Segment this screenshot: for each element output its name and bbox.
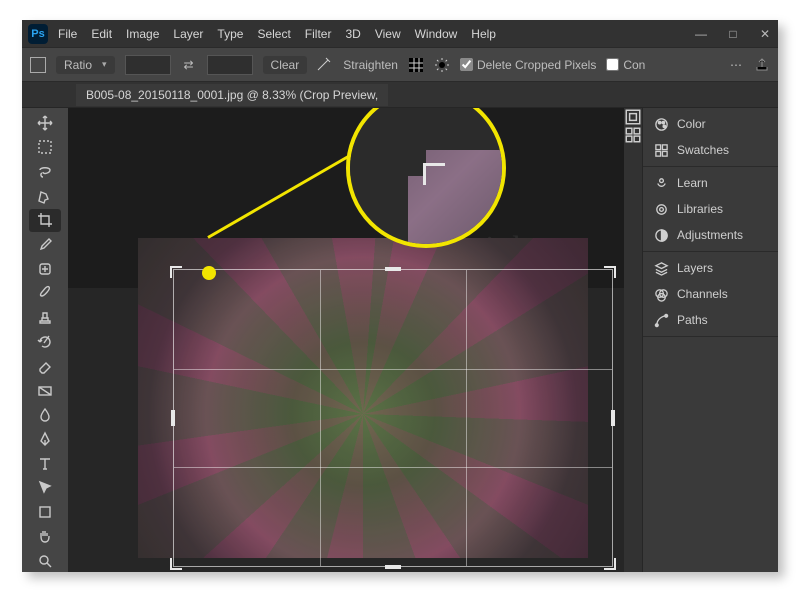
pen-tool[interactable] <box>29 428 61 450</box>
menu-layer[interactable]: Layer <box>173 27 203 41</box>
menu-edit[interactable]: Edit <box>91 27 112 41</box>
share-icon[interactable] <box>754 57 770 73</box>
shape-tool[interactable] <box>29 501 61 523</box>
adjustments-icon <box>653 227 669 243</box>
options-overflow-icon[interactable]: ⋯ <box>728 57 744 73</box>
crop-handle-top-left[interactable] <box>170 266 182 278</box>
options-bar: Ratio ⇄ Clear Straighten Delete Cropped … <box>22 48 778 82</box>
content-aware-checkbox[interactable]: Con <box>606 58 645 72</box>
stamp-tool[interactable] <box>29 307 61 329</box>
move-tool[interactable] <box>29 112 61 134</box>
crop-grid-line <box>466 270 467 566</box>
menu-window[interactable]: Window <box>415 27 458 41</box>
crop-settings-icon[interactable] <box>434 57 450 73</box>
clear-button[interactable]: Clear <box>263 56 308 74</box>
panel-paths[interactable]: Paths <box>653 312 768 328</box>
gradient-tool[interactable] <box>29 379 61 401</box>
layers-icon <box>653 260 669 276</box>
learn-icon <box>653 175 669 191</box>
crop-handle-top[interactable] <box>385 267 401 271</box>
panel-color[interactable]: Color <box>653 116 768 132</box>
brush-tool[interactable] <box>29 282 61 304</box>
swatches-icon <box>653 142 669 158</box>
crop-handle-left[interactable] <box>171 410 175 426</box>
panel-libraries[interactable]: Libraries <box>653 201 768 217</box>
crop-width-input[interactable] <box>125 55 171 75</box>
crop-height-input[interactable] <box>207 55 253 75</box>
app-logo: Ps <box>28 24 48 44</box>
paths-icon <box>653 312 669 328</box>
eraser-tool[interactable] <box>29 355 61 377</box>
panel-adjustments[interactable]: Adjustments <box>653 227 768 243</box>
history-brush-tool[interactable] <box>29 331 61 353</box>
crop-grid-line <box>320 270 321 566</box>
window-maximize-icon[interactable]: □ <box>726 27 740 41</box>
menu-view[interactable]: View <box>375 27 401 41</box>
lasso-tool[interactable] <box>29 161 61 183</box>
menu-bar: Ps File Edit Image Layer Type Select Fil… <box>22 20 778 48</box>
crop-handle-bottom-left[interactable] <box>170 558 182 570</box>
crop-grid-line <box>174 369 612 370</box>
delete-cropped-checkbox[interactable]: Delete Cropped Pixels <box>460 58 596 72</box>
crop-tool[interactable] <box>29 209 61 231</box>
crop-handle-bottom[interactable] <box>385 565 401 569</box>
menu-image[interactable]: Image <box>126 27 159 41</box>
zoom-tool[interactable] <box>29 550 61 572</box>
properties-panel-icon[interactable] <box>624 126 642 144</box>
tool-indicator-crop-icon <box>30 57 46 73</box>
marquee-tool[interactable] <box>29 136 61 158</box>
quick-select-tool[interactable] <box>29 185 61 207</box>
menu-items: File Edit Image Layer Type Select Filter… <box>58 27 496 41</box>
crop-handle-top-right[interactable] <box>604 266 616 278</box>
tools-panel <box>22 108 68 572</box>
channels-icon <box>653 286 669 302</box>
document-tab-bar: B005-08_20150118_0001.jpg @ 8.33% (Crop … <box>22 82 778 108</box>
callout-anchor-dot <box>202 266 216 280</box>
straighten-icon[interactable] <box>317 57 333 73</box>
menu-3d[interactable]: 3D <box>345 27 360 41</box>
type-tool[interactable] <box>29 452 61 474</box>
window-close-icon[interactable]: ✕ <box>758 27 772 41</box>
magnifier-callout <box>346 108 506 248</box>
panel-channels[interactable]: Channels <box>653 286 768 302</box>
libraries-icon <box>653 201 669 217</box>
menu-select[interactable]: Select <box>257 27 290 41</box>
document-tab[interactable]: B005-08_20150118_0001.jpg @ 8.33% (Crop … <box>76 84 388 106</box>
menu-file[interactable]: File <box>58 27 77 41</box>
magnifier-crop-corner-icon <box>423 163 445 185</box>
eyedropper-tool[interactable] <box>29 234 61 256</box>
ratio-preset-dropdown[interactable]: Ratio <box>56 56 115 74</box>
overlay-options-icon[interactable] <box>408 57 424 73</box>
menu-help[interactable]: Help <box>471 27 496 41</box>
crop-handle-right[interactable] <box>611 410 615 426</box>
panel-learn[interactable]: Learn <box>653 175 768 191</box>
hand-tool[interactable] <box>29 525 61 547</box>
history-panel-icon[interactable] <box>624 108 642 126</box>
panel-layers[interactable]: Layers <box>653 260 768 276</box>
menu-type[interactable]: Type <box>217 27 243 41</box>
path-select-tool[interactable] <box>29 477 61 499</box>
healing-tool[interactable] <box>29 258 61 280</box>
window-minimize-icon[interactable]: — <box>694 27 708 41</box>
crop-grid-line <box>174 467 612 468</box>
panel-swatches[interactable]: Swatches <box>653 142 768 158</box>
crop-handle-bottom-right[interactable] <box>604 558 616 570</box>
color-icon <box>653 116 669 132</box>
panels-dock: Color Swatches Learn Libraries Adjustmen… <box>642 108 778 572</box>
photoshop-window: Ps File Edit Image Layer Type Select Fil… <box>22 20 778 572</box>
swap-dimensions-icon[interactable]: ⇄ <box>181 57 197 73</box>
menu-filter[interactable]: Filter <box>305 27 332 41</box>
collapsed-panel-strip <box>624 108 642 572</box>
straighten-label: Straighten <box>343 58 398 72</box>
crop-box[interactable] <box>174 270 612 566</box>
canvas[interactable]: Copyright <box>68 108 624 572</box>
blur-tool[interactable] <box>29 404 61 426</box>
